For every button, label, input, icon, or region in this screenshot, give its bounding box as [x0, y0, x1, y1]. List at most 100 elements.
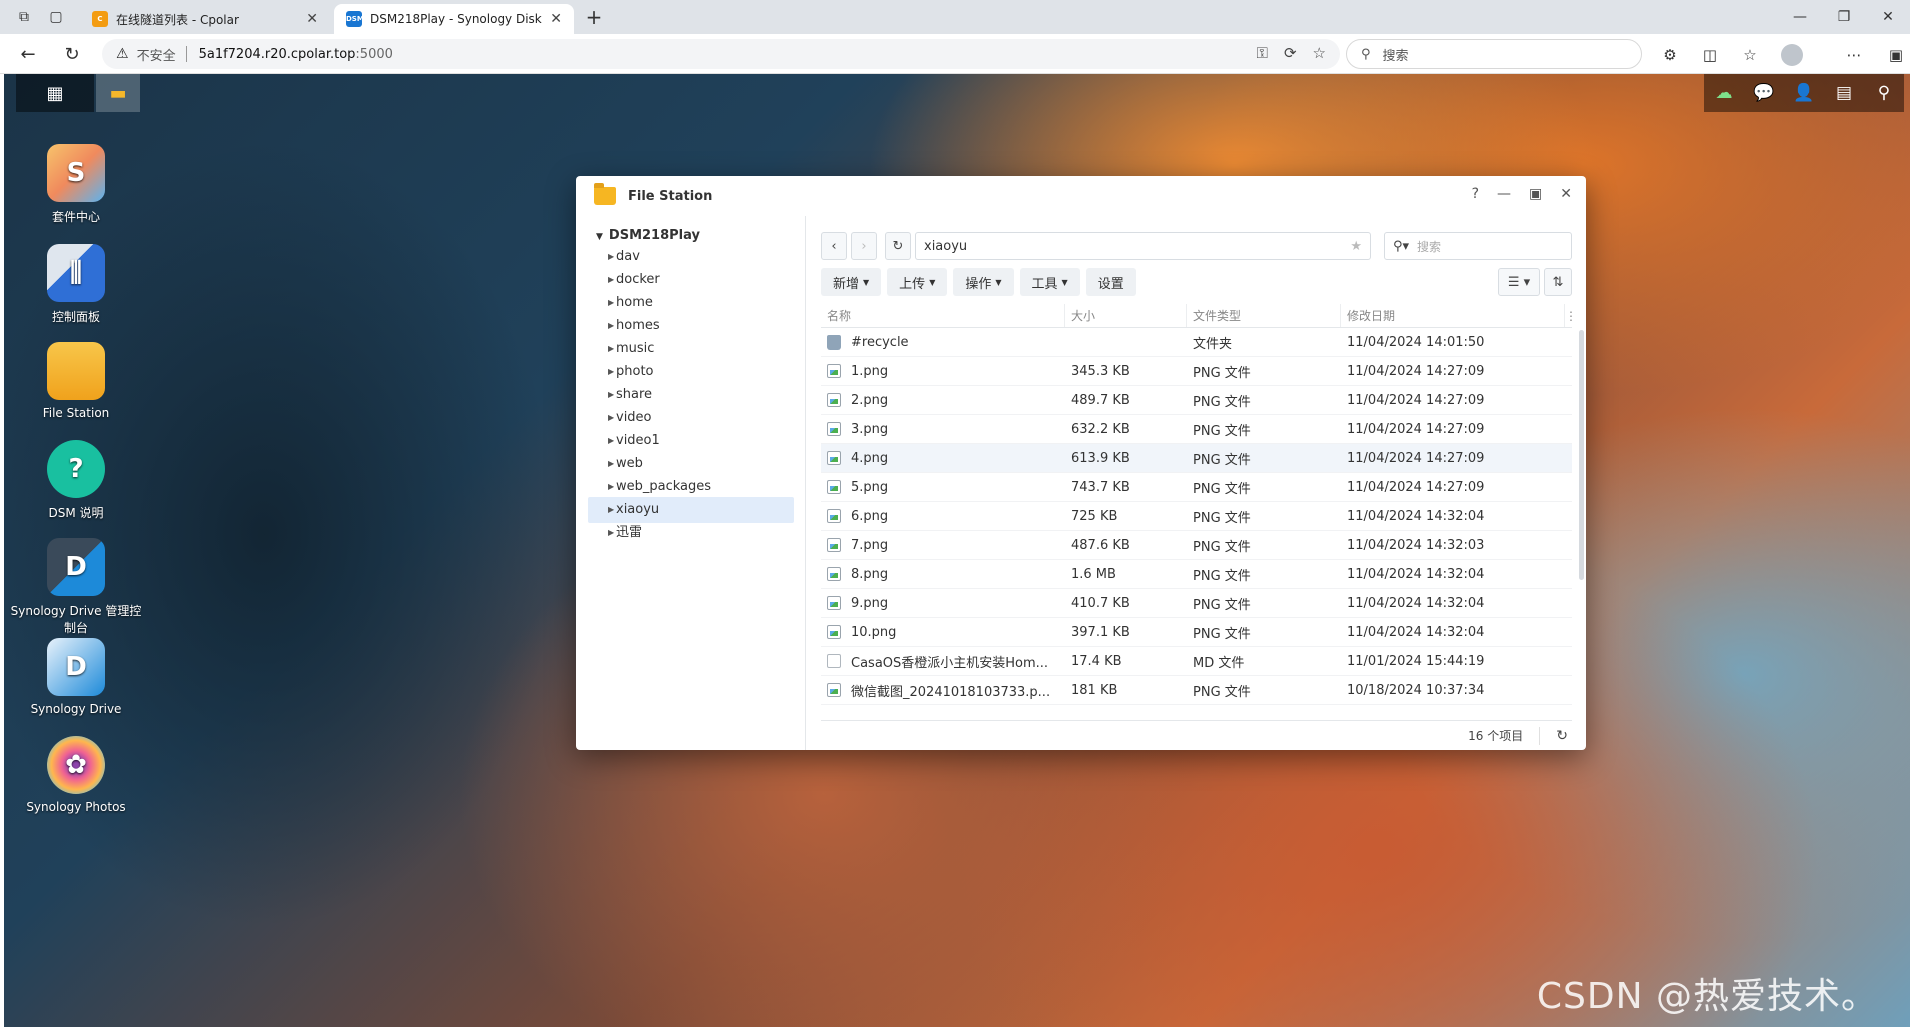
file-name: 微信截图_20241018103733.p... — [851, 684, 1051, 700]
search-icon[interactable]: ⚲▾ — [1393, 239, 1409, 254]
refresh-icon: ↻ — [892, 238, 904, 254]
sidebar-toggle-icon[interactable]: ▣ — [1884, 43, 1908, 67]
sort-button[interactable]: ⇅ — [1544, 268, 1572, 296]
window-title-bar[interactable]: File Station ? — ▣ ✕ — [576, 176, 1586, 216]
notifications-icon[interactable]: 💬 — [1744, 74, 1784, 112]
tab-actions-icon[interactable]: ▢ — [46, 7, 66, 27]
more-menu-icon[interactable]: ⋯ — [1842, 43, 1866, 67]
favorites-icon[interactable]: ☆ — [1738, 43, 1762, 67]
refresh-button[interactable]: ↻ — [885, 232, 911, 260]
new-tab-button[interactable]: + — [584, 7, 604, 27]
column-header-modified[interactable]: 修改日期 — [1341, 304, 1565, 327]
key-icon[interactable]: ⚿ — [1257, 44, 1268, 62]
tree-item-xunlei[interactable]: ▶ 迅雷 — [588, 520, 794, 546]
package-center-shortcut[interactable]: S 套件中心 — [6, 144, 146, 225]
insecure-label[interactable]: 不安全 — [137, 45, 176, 64]
cell-type: PNG 文件 — [1193, 597, 1251, 613]
tree-item-label: music — [616, 341, 655, 356]
column-header-name[interactable]: 名称 — [821, 304, 1065, 327]
tree-root[interactable]: ▼ DSM218Play — [596, 228, 700, 243]
column-header-size[interactable]: 大小 — [1065, 304, 1187, 327]
cell-modified: 11/04/2024 14:27:09 — [1347, 450, 1485, 466]
user-icon[interactable]: 👤 — [1784, 74, 1824, 112]
refresh-icon[interactable]: ↻ — [60, 43, 84, 67]
tools-button[interactable]: 工具 ▼ — [1019, 268, 1080, 296]
maximize-icon[interactable]: ▣ — [1529, 186, 1542, 202]
restore-window-icon[interactable]: ❐ — [1826, 6, 1862, 28]
scrollbar[interactable] — [1579, 330, 1584, 580]
url-field[interactable]: ⚠ 不安全 5a1f7204.r20.cpolar.top:5000 ⚿ ⟳ ☆ — [102, 39, 1340, 69]
table-row[interactable]: CasaOS香橙派小主机安装Hom... 17.4 KB MD 文件 11/01/20… — [821, 647, 1572, 676]
close-tab-icon[interactable]: ✕ — [306, 11, 318, 27]
split-screen-icon[interactable]: ◫ — [1698, 43, 1722, 67]
tab-dsm[interactable]: DSM DSM218Play - Synology DiskStati ✕ — [334, 4, 574, 34]
file-station-shortcut[interactable]: File Station — [6, 342, 146, 420]
tab-cpolar[interactable]: C 在线隧道列表 - Cpolar ✕ — [80, 4, 330, 34]
table-row[interactable]: 10.png 397.1 KB PNG 文件 11/04/2024 14:32:04 — [821, 618, 1572, 647]
file-name: #recycle — [851, 334, 909, 350]
caret-down-icon[interactable]: ▼ — [596, 232, 603, 242]
cell-size: 397.1 KB — [1071, 624, 1130, 640]
cell-modified: 11/04/2024 14:27:09 — [1347, 421, 1485, 437]
table-row[interactable]: 5.png 743.7 KB PNG 文件 11/04/2024 14:27:09 — [821, 473, 1572, 502]
widgets-icon[interactable]: ▤ — [1824, 74, 1864, 112]
favorite-star-icon[interactable]: ☆ — [1313, 44, 1326, 62]
settings-button[interactable]: 设置 — [1085, 268, 1136, 296]
table-row[interactable]: 9.png 410.7 KB PNG 文件 11/04/2024 14:32:04 — [821, 589, 1572, 618]
close-icon[interactable]: ✕ — [1560, 186, 1572, 202]
search-icon[interactable]: ⚲ — [1864, 74, 1904, 112]
favorite-star-icon[interactable]: ★ — [1350, 239, 1362, 254]
shortcut-label: Synology Drive — [30, 702, 122, 716]
chevron-right-icon: › — [861, 238, 867, 254]
action-button[interactable]: 操作 ▼ — [953, 268, 1014, 296]
file-search-input[interactable]: ⚲▾ 搜索 — [1384, 232, 1572, 260]
cell-modified: 11/04/2024 14:32:03 — [1347, 537, 1485, 553]
tab-title: 在线隧道列表 - Cpolar — [116, 12, 239, 27]
file-name: CasaOS香橙派小主机安装Hom... — [851, 655, 1049, 671]
new-button[interactable]: 新增 ▼ — [821, 268, 882, 296]
table-row[interactable]: 8.png 1.6 MB PNG 文件 11/04/2024 14:32:04 — [821, 560, 1572, 589]
column-menu-icon[interactable]: ⋮ — [1565, 304, 1577, 327]
cell-modified: 11/04/2024 14:27:09 — [1347, 479, 1485, 495]
browser-search-input[interactable]: ⚲ 搜索 — [1346, 39, 1642, 69]
table-row[interactable]: 2.png 489.7 KB PNG 文件 11/04/2024 14:27:09 — [821, 386, 1572, 415]
drive-admin-shortcut[interactable]: D Synology Drive 管理控制台 — [6, 538, 146, 636]
extensions-icon[interactable]: ⚙ — [1658, 43, 1682, 67]
table-row[interactable]: 微信截图_20241018103733.p... 181 KB PNG 文件 10/1… — [821, 676, 1572, 705]
table-row[interactable]: 7.png 487.6 KB PNG 文件 11/04/2024 14:32:03 — [821, 531, 1572, 560]
tree-item-label: web — [616, 456, 643, 471]
column-header-type[interactable]: 文件类型 — [1187, 304, 1341, 327]
table-row[interactable]: 3.png 632.2 KB PNG 文件 11/04/2024 14:27:09 — [821, 415, 1572, 444]
table-row[interactable]: #recycle 文件夹 11/04/2024 14:01:50 — [821, 328, 1572, 357]
browser-address-bar: ← ↻ ⚠ 不安全 5a1f7204.r20.cpolar.top:5000 ⚿… — [0, 34, 1910, 74]
minimize-icon[interactable]: — — [1497, 186, 1511, 202]
control-panel-shortcut[interactable]: ⫼ 控制面板 — [6, 244, 146, 325]
table-row[interactable]: 6.png 725 KB PNG 文件 11/04/2024 14:32:04 — [821, 502, 1572, 531]
image-file-icon — [827, 567, 841, 581]
path-field[interactable]: xiaoyu ★ — [915, 232, 1371, 260]
help-icon[interactable]: ? — [1472, 186, 1479, 202]
view-mode-button[interactable]: ☰ ▾ — [1498, 268, 1540, 296]
refresh-icon[interactable]: ↻ — [1556, 728, 1568, 744]
back-button[interactable]: ‹ — [821, 232, 847, 260]
caret-right-icon[interactable]: ▶ — [608, 520, 614, 546]
close-tab-icon[interactable]: ✕ — [550, 11, 562, 27]
back-icon[interactable]: ← — [16, 43, 40, 67]
table-row[interactable]: 1.png 345.3 KB PNG 文件 11/04/2024 14:27:09 — [821, 357, 1572, 386]
workspaces-icon[interactable]: ⧉ — [14, 7, 34, 27]
minimize-window-icon[interactable]: — — [1782, 6, 1818, 28]
table-row[interactable]: 4.png 613.9 KB PNG 文件 11/04/2024 14:27:09 — [821, 444, 1572, 473]
tree-root-label: DSM218Play — [608, 228, 700, 243]
main-menu-button[interactable]: ▦ — [16, 74, 94, 112]
translate-icon[interactable]: ⟳ — [1284, 44, 1297, 62]
close-window-icon[interactable]: ✕ — [1870, 6, 1906, 28]
file-station-taskbar-button[interactable]: ▬ — [96, 74, 140, 112]
cloud-sync-icon[interactable]: ☁ — [1704, 74, 1744, 112]
dsm-help-shortcut[interactable]: ? DSM 说明 — [6, 440, 146, 521]
folder-tree: ▼ DSM218Play ▶ dav ▶ docker ▶ home ▶ homes ▶ m… — [576, 216, 806, 750]
profile-avatar[interactable] — [1780, 43, 1804, 67]
synology-photos-shortcut[interactable]: ✿ Synology Photos — [6, 736, 146, 814]
upload-button[interactable]: 上传 ▼ — [887, 268, 948, 296]
forward-button[interactable]: › — [851, 232, 877, 260]
synology-drive-shortcut[interactable]: D Synology Drive — [6, 638, 146, 716]
